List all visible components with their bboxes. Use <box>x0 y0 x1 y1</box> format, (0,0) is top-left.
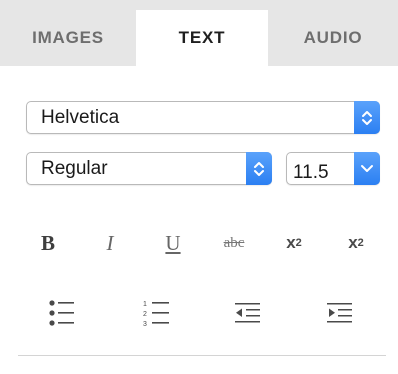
superscript-base: x <box>286 233 296 252</box>
section-divider <box>18 355 386 356</box>
subscript-idx: 2 <box>357 237 364 249</box>
font-family-value: Helvetica <box>41 107 120 128</box>
numbered-marker-2: 2 <box>143 311 147 318</box>
tab-bar: IMAGES TEXT AUDIO <box>0 0 398 66</box>
numbered-list-button[interactable]: 1 2 3 <box>136 296 176 330</box>
superscript-button[interactable]: x2 <box>274 226 314 260</box>
numbered-marker-1: 1 <box>143 301 147 308</box>
increase-indent-icon <box>327 303 352 323</box>
bold-button[interactable]: B <box>28 226 68 260</box>
tab-text[interactable]: TEXT <box>136 10 268 66</box>
superscript-exp: 2 <box>295 237 302 249</box>
bulleted-list-button[interactable] <box>42 296 82 330</box>
underline-button[interactable]: U <box>153 226 193 260</box>
font-size-value[interactable]: 11.5 <box>293 157 329 188</box>
tab-audio[interactable]: AUDIO <box>268 10 398 66</box>
increase-indent-button[interactable] <box>320 296 360 330</box>
font-style-select[interactable]: Regular <box>26 152 272 185</box>
font-family-select[interactable]: Helvetica <box>26 101 380 134</box>
strikethrough-button[interactable]: abc <box>214 226 254 260</box>
subscript-button[interactable]: x2 <box>336 226 376 260</box>
updown-chevron-icon[interactable] <box>354 101 380 134</box>
font-size-select[interactable]: 11.5 <box>286 152 380 185</box>
decrease-indent-button[interactable] <box>228 296 268 330</box>
italic-button[interactable]: I <box>90 226 130 260</box>
numbered-marker-3: 3 <box>143 321 147 327</box>
subscript-base: x <box>348 233 358 252</box>
decrease-indent-icon <box>235 303 260 323</box>
font-style-value: Regular <box>41 158 108 179</box>
bulleted-list-icon <box>49 300 74 326</box>
numbered-list-icon: 1 2 3 <box>143 301 169 327</box>
updown-chevron-icon[interactable] <box>246 152 272 185</box>
chevron-down-icon[interactable] <box>354 152 380 185</box>
tab-images[interactable]: IMAGES <box>0 10 136 66</box>
